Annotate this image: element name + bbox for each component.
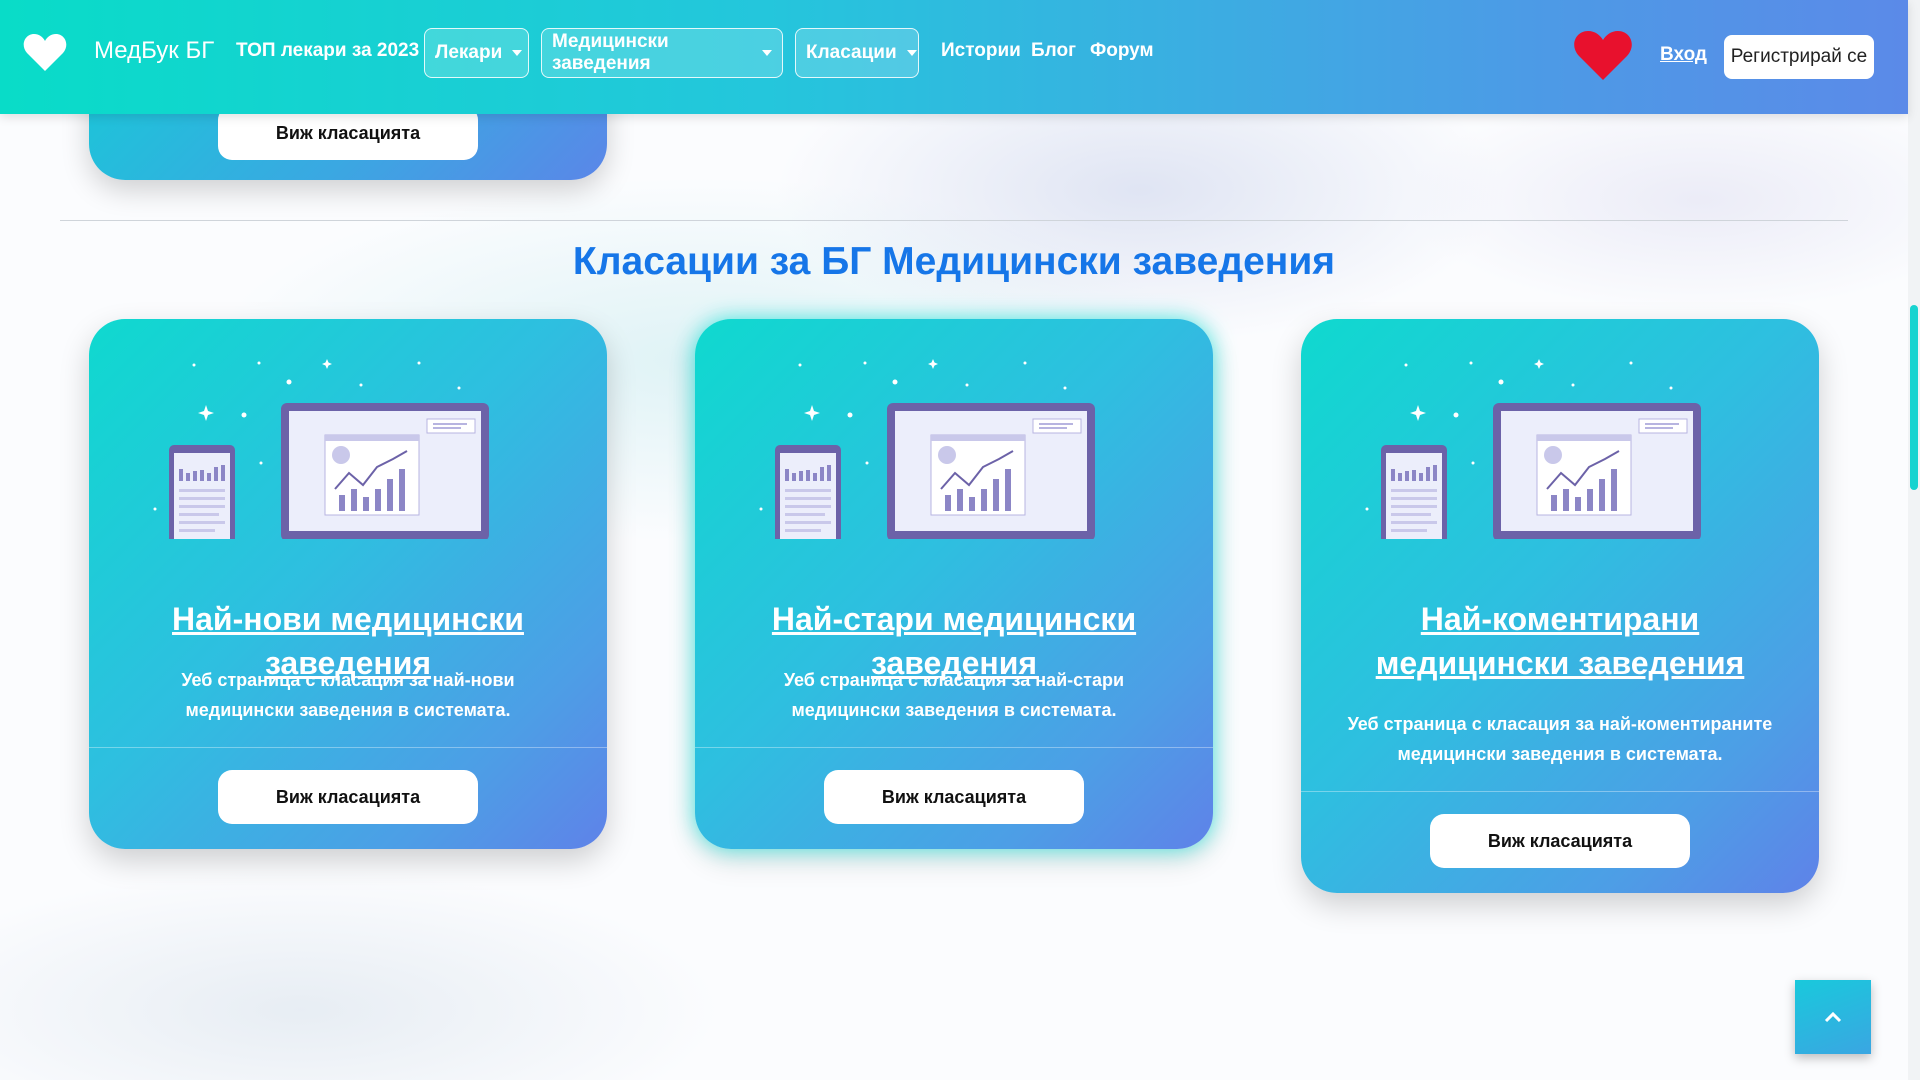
page: МедБук БГ ТОП лекари за 2023 Лекари Меди… <box>0 0 1920 1080</box>
card-description: Уеб страница с класация за най-стари мед… <box>783 670 1125 720</box>
nav-top-doctors[interactable]: ТОП лекари за 2023 <box>236 40 419 62</box>
nav-dropdown-label: Медицински заведения <box>552 31 669 74</box>
nav-dropdown-label: Класации <box>806 42 897 63</box>
brand-link[interactable]: МедБук БГ <box>94 37 214 65</box>
section-divider <box>60 220 1848 221</box>
nav-stories[interactable]: Истории <box>941 40 1021 62</box>
view-ranking-button[interactable]: Виж класацията <box>824 770 1084 824</box>
card-divider <box>695 747 1213 748</box>
nav-dropdown-facilities[interactable]: Медицински заведения <box>541 28 783 78</box>
navbar: МедБук БГ ТОП лекари за 2023 Лекари Меди… <box>0 0 1908 114</box>
heart-icon[interactable] <box>1572 30 1634 82</box>
card-description: Уеб страница с класация за най-нови меди… <box>181 670 515 720</box>
ranking-card: Най-стари медицински заведения Уеб стран… <box>695 319 1213 849</box>
ranking-card: Най-коментирани медицински заведения Уеб… <box>1301 319 1819 893</box>
devices-illustration <box>759 359 1095 539</box>
view-ranking-button[interactable]: Виж класацията <box>218 106 478 160</box>
view-ranking-button[interactable]: Виж класацията <box>218 770 478 824</box>
devices-illustration <box>1365 359 1701 539</box>
nav-dropdown-rankings[interactable]: Класации <box>795 28 919 78</box>
nav-dropdown-doctors[interactable]: Лекари <box>424 28 529 78</box>
nav-dropdown-label: Лекари <box>435 42 503 63</box>
register-button[interactable]: Регистрирай се <box>1724 35 1874 79</box>
page-scrollbar[interactable] <box>1908 0 1920 1080</box>
chevron-up-icon <box>1824 1011 1842 1023</box>
card-description: Уеб страница с класация за най-коментира… <box>1347 714 1773 764</box>
devices-illustration <box>153 359 489 539</box>
section-title: Класации за БГ Медицински заведения <box>572 240 1336 283</box>
card-title-link[interactable]: Най-коментирани медицински заведения <box>1341 597 1779 685</box>
caret-down-icon <box>512 50 523 56</box>
nav-forum[interactable]: Форум <box>1090 40 1154 62</box>
ranking-card: Най-нови медицински заведения Уеб страни… <box>89 319 607 849</box>
caret-down-icon <box>762 50 772 56</box>
scroll-to-top-button[interactable] <box>1795 980 1871 1054</box>
card-divider <box>1301 791 1819 792</box>
card-divider <box>89 747 607 748</box>
nav-blog[interactable]: Блог <box>1031 40 1076 62</box>
view-ranking-button[interactable]: Виж класацията <box>1430 814 1690 868</box>
scrollbar-thumb[interactable] <box>1910 305 1918 490</box>
login-link[interactable]: Вход <box>1660 44 1707 66</box>
caret-down-icon <box>906 50 917 56</box>
heart-icon[interactable] <box>22 33 68 73</box>
